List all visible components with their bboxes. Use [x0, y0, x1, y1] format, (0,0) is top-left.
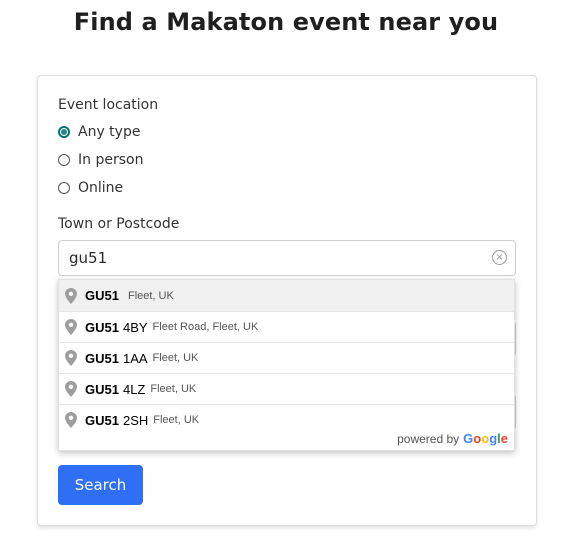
- event-location-label: Event location: [58, 97, 159, 113]
- town-postcode-label: Town or Postcode: [58, 216, 180, 232]
- suggestion-match: GU51: [85, 412, 119, 428]
- suggestion-main-text: 4BY: [122, 319, 148, 335]
- suggestion-match: GU51: [85, 350, 119, 366]
- map-pin-icon: [65, 319, 77, 335]
- map-pin-icon: [65, 350, 77, 366]
- town-postcode-input[interactable]: gu51 ×: [58, 240, 516, 276]
- radio-label-online: Online: [78, 180, 124, 196]
- google-logo: Google: [463, 431, 508, 446]
- map-pin-icon: [65, 412, 77, 428]
- radio-any-type[interactable]: Any type: [58, 122, 140, 142]
- autocomplete-dropdown: GU51 Fleet, UK GU51 4BY Fleet Road, Fleet, U…: [58, 279, 515, 451]
- suggestion-match: GU51: [85, 381, 119, 397]
- suggestion-secondary-text: Fleet, UK: [152, 352, 199, 364]
- suggestion-match: GU51: [85, 319, 119, 335]
- suggestion-list: GU51 Fleet, UK GU51 4BY Fleet Road, Fleet, U…: [59, 280, 514, 435]
- suggestion-match: GU51: [85, 288, 119, 303]
- town-postcode-value: gu51: [69, 249, 108, 267]
- suggestion-secondary-text: Fleet, UK: [153, 414, 200, 426]
- autocomplete-suggestion[interactable]: GU51 4LZ Fleet, UK: [59, 373, 514, 404]
- powered-by-google: powered by Google: [397, 431, 508, 446]
- radio-button-icon[interactable]: [58, 154, 70, 166]
- radio-in-person[interactable]: In person: [58, 150, 143, 170]
- radio-button-checked-icon[interactable]: [58, 126, 70, 138]
- suggestion-main-text: 2SH: [122, 412, 149, 428]
- radio-label-any-type: Any type: [78, 124, 141, 140]
- page-title: Find a Makaton event near you: [73, 8, 499, 36]
- autocomplete-suggestion[interactable]: GU51 Fleet, UK: [59, 280, 514, 311]
- event-search-card: Event location Any type In person Online…: [37, 75, 537, 526]
- clear-icon[interactable]: ×: [492, 250, 507, 265]
- radio-online[interactable]: Online: [58, 178, 123, 198]
- suggestion-secondary-text: Fleet, UK: [127, 289, 174, 302]
- suggestion-main-text: 4LZ: [122, 381, 146, 397]
- map-pin-icon: [65, 287, 77, 304]
- radio-label-in-person: In person: [78, 152, 144, 168]
- suggestion-main-text: 1AA: [122, 350, 148, 366]
- powered-by-label: powered by: [397, 432, 460, 446]
- suggestion-secondary-text: Fleet Road, Fleet, UK: [152, 321, 259, 333]
- search-button[interactable]: Search: [58, 465, 143, 505]
- radio-button-icon[interactable]: [58, 182, 70, 194]
- autocomplete-suggestion[interactable]: GU51 1AA Fleet, UK: [59, 342, 514, 373]
- map-pin-icon: [65, 381, 77, 397]
- autocomplete-suggestion[interactable]: GU51 4BY Fleet Road, Fleet, UK: [59, 311, 514, 342]
- suggestion-secondary-text: Fleet, UK: [150, 383, 197, 395]
